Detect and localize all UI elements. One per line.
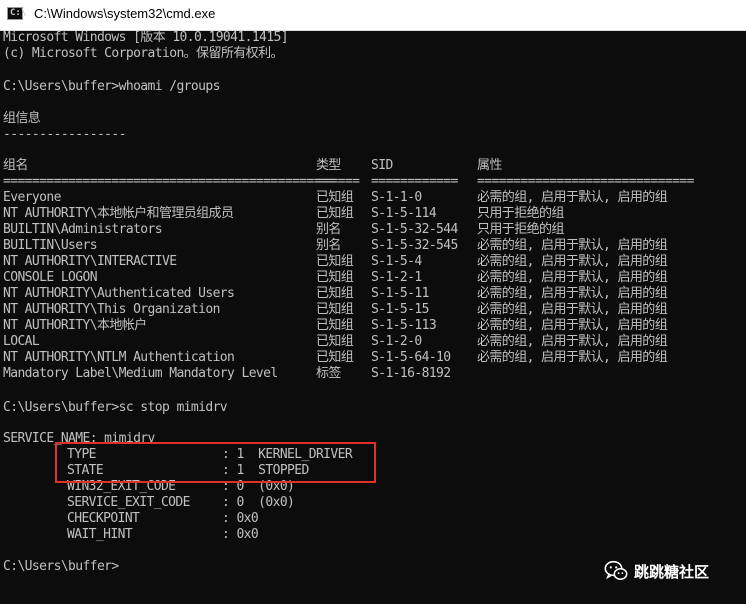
table-row: BUILTIN\Administrators 别名 S-1-5-32-544 只… (3, 222, 564, 237)
column-header-group-name: 组名 (3, 158, 28, 173)
prompt-line: C:\Users\buffer> (3, 559, 119, 574)
wechat-icon (604, 560, 628, 580)
table-separator: ========================================… (3, 174, 694, 189)
table-row: NT AUTHORITY\本地帐户和管理员组成员 已知组 S-1-5-114 只… (3, 206, 564, 221)
table-header: 组名 类型 SID 属性 (3, 158, 502, 174)
title-bar[interactable]: C:\ C:\Windows\system32\cmd.exe (0, 0, 746, 31)
service-field-win32-exit-code: WIN32_EXIT_CODE : 0 (0x0) (67, 479, 295, 494)
service-field-wait-hint: WAIT_HINT : 0x0 (67, 527, 259, 542)
service-field-service-exit-code: SERVICE_EXIT_CODE : 0 (0x0) (67, 495, 295, 510)
window-title: C:\Windows\system32\cmd.exe (34, 6, 216, 21)
table-row: NT AUTHORITY\NTLM Authentication 已知组 S-1… (3, 350, 668, 365)
column-header-attributes: 属性 (477, 158, 502, 173)
table-row: Everyone 已知组 S-1-1-0 必需的组, 启用于默认, 启用的组 (3, 190, 668, 205)
table-row: Mandatory Label\Medium Mandatory Level 标… (3, 366, 451, 381)
cmd-app-icon: C:\ (7, 7, 26, 20)
highlight-annotation-box (55, 442, 376, 483)
watermark-text: 跳跳糖社区 (634, 563, 710, 581)
group-info-title: 组信息 (3, 111, 41, 126)
service-field-type: TYPE : 1 KERNEL_DRIVER (67, 447, 353, 462)
table-row: NT AUTHORITY\本地帐户 已知组 S-1-5-113 必需的组, 启用… (3, 318, 668, 333)
table-row: LOCAL 已知组 S-1-2-0 必需的组, 启用于默认, 启用的组 (3, 334, 668, 349)
table-row: NT AUTHORITY\INTERACTIVE 已知组 S-1-5-4 必需的… (3, 254, 668, 269)
column-header-type: 类型 (316, 158, 341, 173)
service-field-state: STATE : 1 STOPPED (67, 463, 309, 478)
service-field-checkpoint: CHECKPOINT : 0x0 (67, 511, 259, 526)
prompt-line: C:\Users\buffer>whoami /groups (3, 79, 220, 94)
prompt-line: C:\Users\buffer>sc stop mimidrv (3, 400, 228, 415)
banner-line: Microsoft Windows [版本 10.0.19041.1415] (3, 30, 289, 45)
group-info-rule: ----------------- (3, 127, 126, 142)
cmd-window: C:\ C:\Windows\system32\cmd.exe Microsof… (0, 0, 746, 604)
banner-line: (c) Microsoft Corporation。保留所有权利。 (3, 46, 283, 61)
console-output[interactable]: Microsoft Windows [版本 10.0.19041.1415] (… (0, 30, 746, 604)
table-row: BUILTIN\Users 别名 S-1-5-32-545 必需的组, 启用于默… (3, 238, 668, 253)
table-row: CONSOLE LOGON 已知组 S-1-2-1 必需的组, 启用于默认, 启… (3, 270, 668, 285)
table-row: NT AUTHORITY\This Organization 已知组 S-1-5… (3, 302, 668, 317)
table-row: NT AUTHORITY\Authenticated Users 已知组 S-1… (3, 286, 668, 301)
column-header-sid: SID (371, 158, 393, 173)
